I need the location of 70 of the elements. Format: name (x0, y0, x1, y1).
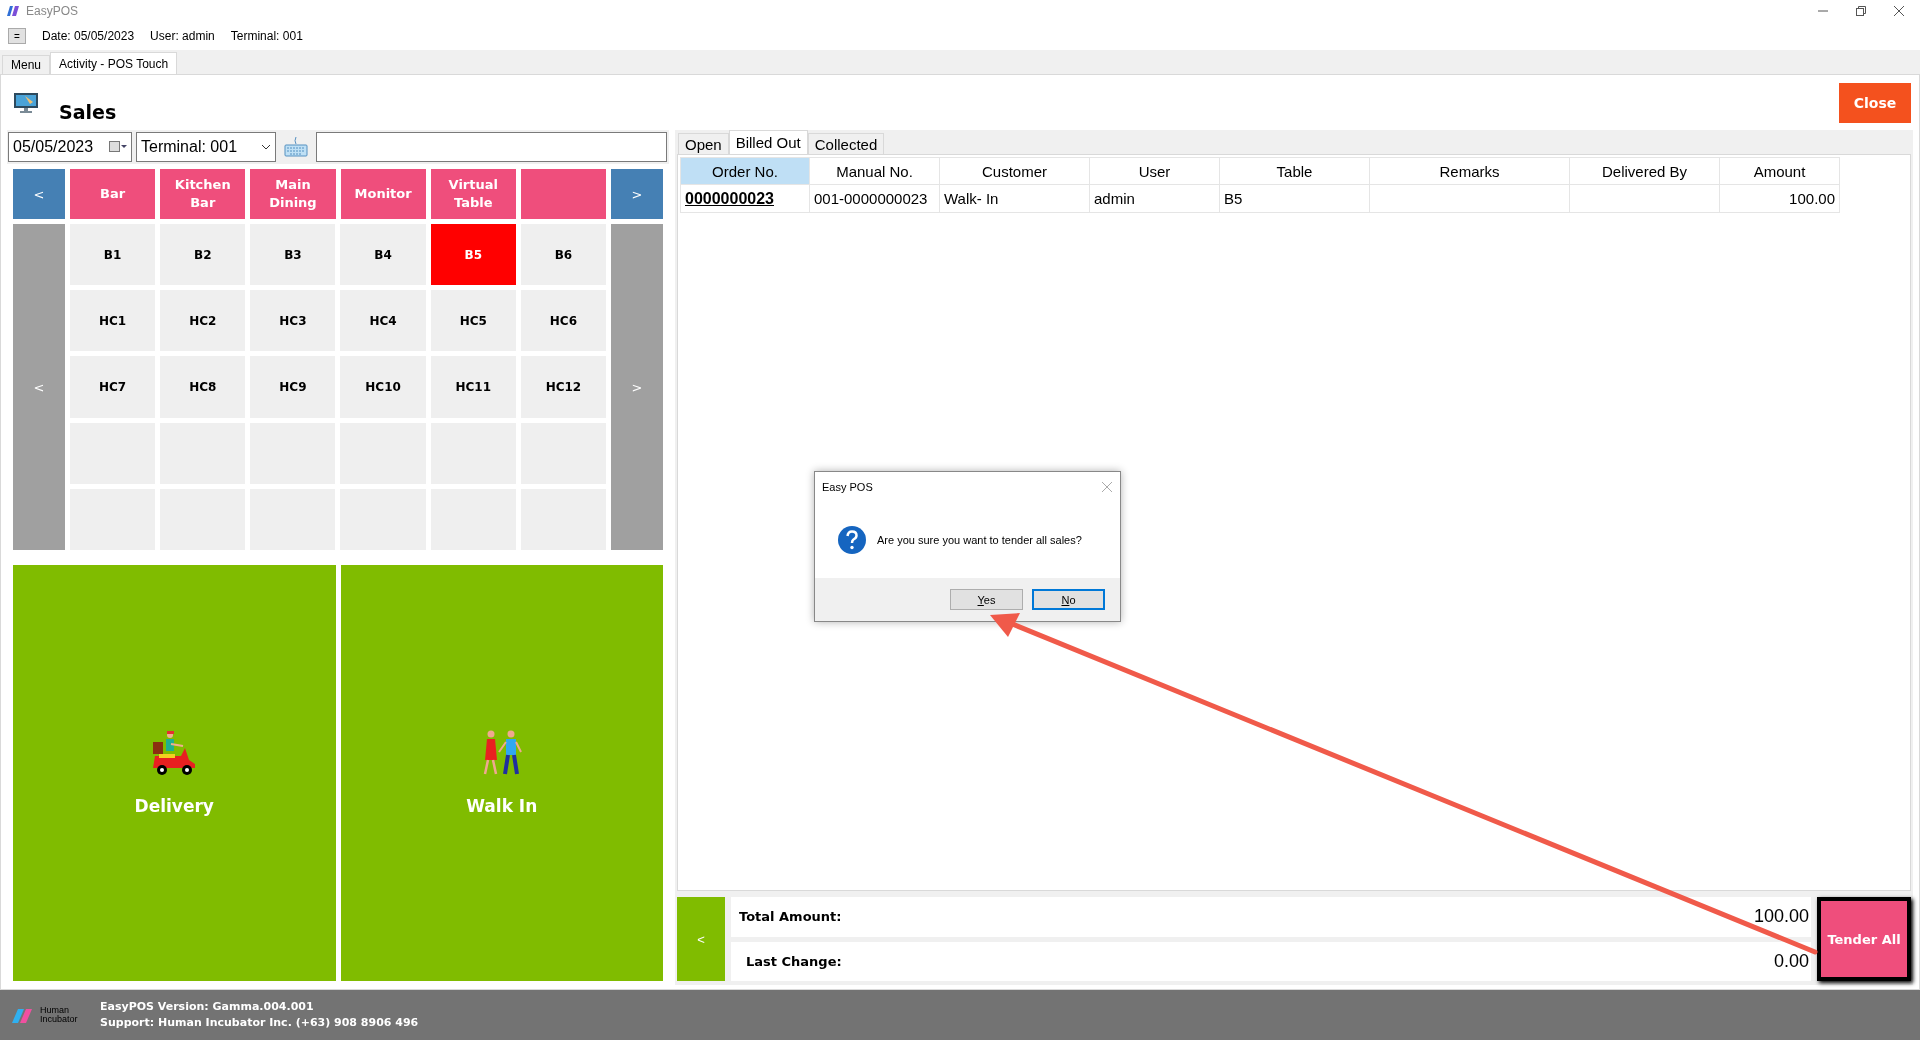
calendar-icon (109, 141, 127, 153)
tab[interactable]: Billed Out (728, 130, 808, 154)
column-header[interactable]: Order No. (680, 157, 810, 185)
menu-button[interactable]: = (8, 28, 26, 44)
category-button[interactable] (520, 169, 607, 219)
dialog-message: Are you sure you want to tender all sales? (877, 534, 1082, 546)
search-field[interactable] (316, 132, 667, 162)
table-cell: 001-0000000023 (809, 184, 940, 213)
table-cell: 100.00 (1719, 184, 1840, 213)
close-icon[interactable] (1894, 6, 1904, 16)
table-button[interactable]: B3 (250, 224, 336, 286)
logo-text: Human Incubator (40, 1006, 79, 1024)
tab[interactable]: Menu (2, 55, 51, 74)
dialog-title: Easy POS (822, 481, 873, 493)
table-button[interactable]: HC12 (520, 356, 606, 418)
user-label: User: admin (150, 29, 215, 43)
column-header[interactable]: Delivered By (1569, 157, 1720, 185)
column-header[interactable]: Manual No. (809, 157, 940, 185)
change-value: 0.00 (1773, 950, 1809, 972)
restore-icon[interactable] (1856, 6, 1866, 16)
table-cell: Walk- In (939, 184, 1090, 213)
table-button[interactable]: HC1 (70, 290, 156, 352)
terminal-dropdown[interactable]: Terminal: 001 (136, 132, 276, 162)
table-button[interactable]: HC11 (430, 356, 516, 418)
version-text: EasyPOS Version: Gamma.004.001 (100, 999, 315, 1015)
table-cell: B5 (1219, 184, 1370, 213)
change-label: Last Change: (746, 953, 842, 969)
app-logo (6, 5, 20, 17)
table-button[interactable]: HC2 (160, 290, 246, 352)
next-button[interactable]: > (611, 169, 664, 219)
order-link[interactable]: 0000000023 (685, 189, 774, 207)
table-button[interactable]: HC8 (160, 356, 246, 418)
window-title: EasyPOS (26, 4, 79, 18)
tab[interactable]: Activity - POS Touch (50, 52, 178, 74)
column-header[interactable]: User (1089, 157, 1220, 185)
table-cell: admin (1089, 184, 1220, 213)
table-button[interactable]: HC3 (250, 290, 336, 352)
table-button[interactable]: HC7 (70, 356, 156, 418)
table-button[interactable]: B1 (70, 224, 156, 286)
table-button[interactable]: HC9 (250, 356, 336, 418)
no-button[interactable]: No (1032, 589, 1105, 610)
column-header[interactable]: Remarks (1369, 157, 1570, 185)
date-field[interactable]: 05/05/2023 (8, 132, 132, 162)
previous-button[interactable]: < (13, 169, 65, 219)
column-header[interactable]: Amount (1719, 157, 1840, 185)
table-button[interactable]: B6 (520, 224, 606, 286)
tab[interactable]: Open (678, 133, 729, 154)
column-header[interactable]: Table (1219, 157, 1370, 185)
yes-button[interactable]: Yes (950, 589, 1023, 610)
monitor-icon (13, 91, 39, 114)
chevron-down-icon (261, 144, 271, 150)
total-label: Total Amount: (739, 909, 842, 925)
page-title: Sales (59, 100, 117, 123)
table-button[interactable]: B5 (430, 224, 516, 286)
table-button[interactable]: B2 (160, 224, 246, 286)
total-value: 100.00 (1753, 906, 1809, 928)
scooter-rider-icon (151, 730, 198, 776)
table-button[interactable]: HC4 (340, 290, 426, 352)
terminal-label: Terminal: 001 (230, 29, 303, 43)
question-icon (837, 525, 867, 555)
date-label: Date: 05/05/2023 (42, 29, 135, 43)
table-button[interactable]: HC5 (430, 290, 516, 352)
tab[interactable]: Collected (807, 133, 885, 154)
table-button[interactable]: B4 (340, 224, 426, 286)
company-logo (12, 1007, 32, 1023)
column-header[interactable]: Customer (939, 157, 1090, 185)
table-button[interactable]: HC10 (340, 356, 426, 418)
table-button[interactable]: HC6 (520, 290, 606, 352)
support-text: Support: Human Incubator Inc. (+63) 908 8906 496 (100, 1015, 419, 1031)
keyboard-icon[interactable] (284, 137, 308, 157)
